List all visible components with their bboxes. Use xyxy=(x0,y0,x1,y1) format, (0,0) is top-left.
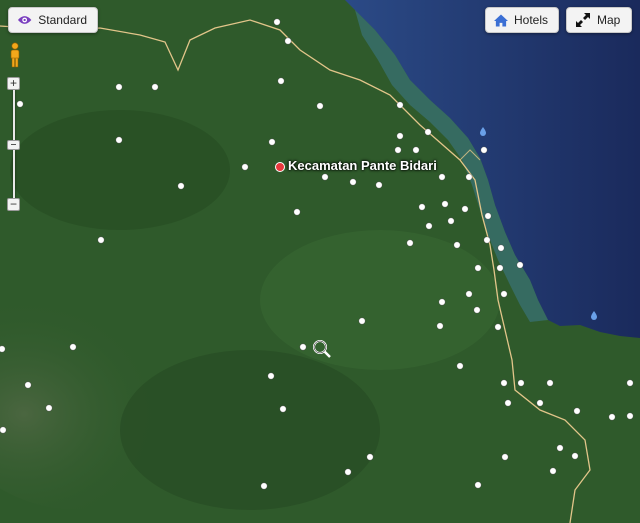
poi-marker[interactable] xyxy=(16,100,24,108)
zoom-slider-handle[interactable] xyxy=(7,140,20,150)
house-icon xyxy=(494,13,508,27)
mountain-shade xyxy=(120,350,380,510)
poi-marker[interactable] xyxy=(571,452,579,460)
poi-marker[interactable] xyxy=(456,362,464,370)
standard-view-label: Standard xyxy=(38,13,87,27)
poi-marker[interactable] xyxy=(626,412,634,420)
poi-marker[interactable] xyxy=(241,163,249,171)
poi-marker[interactable] xyxy=(504,399,512,407)
poi-marker[interactable] xyxy=(316,102,324,110)
poi-marker[interactable] xyxy=(396,101,404,109)
poi-marker[interactable] xyxy=(436,322,444,330)
poi-marker[interactable] xyxy=(438,173,446,181)
poi-marker[interactable] xyxy=(501,453,509,461)
place-marker[interactable] xyxy=(275,162,285,172)
poi-marker[interactable] xyxy=(424,128,432,136)
poi-marker[interactable] xyxy=(483,236,491,244)
poi-marker[interactable] xyxy=(494,323,502,331)
poi-marker[interactable] xyxy=(474,481,482,489)
poi-marker[interactable] xyxy=(0,426,7,434)
poi-marker[interactable] xyxy=(500,379,508,387)
hotels-button[interactable]: Hotels xyxy=(485,7,559,33)
poi-marker[interactable] xyxy=(279,405,287,413)
poi-marker[interactable] xyxy=(0,345,6,353)
map-button[interactable]: Map xyxy=(566,7,632,33)
poi-marker[interactable] xyxy=(69,343,77,351)
poi-marker[interactable] xyxy=(425,222,433,230)
poi-marker[interactable] xyxy=(273,18,281,26)
poi-marker[interactable] xyxy=(418,203,426,211)
hotels-label: Hotels xyxy=(513,13,548,27)
poi-marker[interactable] xyxy=(277,77,285,85)
zoom-in-button[interactable]: + xyxy=(7,77,20,90)
valley-shade xyxy=(260,230,500,370)
poi-marker[interactable] xyxy=(497,244,505,252)
poi-marker[interactable] xyxy=(45,404,53,412)
poi-marker[interactable] xyxy=(474,264,482,272)
poi-marker[interactable] xyxy=(517,379,525,387)
poi-marker[interactable] xyxy=(461,205,469,213)
poi-marker[interactable] xyxy=(284,37,292,45)
poi-marker[interactable] xyxy=(24,381,32,389)
poi-marker[interactable] xyxy=(465,290,473,298)
poi-marker[interactable] xyxy=(344,468,352,476)
poi-marker[interactable] xyxy=(268,138,276,146)
poi-marker[interactable] xyxy=(115,136,123,144)
street-view-person-icon[interactable] xyxy=(8,42,22,68)
poi-marker[interactable] xyxy=(299,343,307,351)
poi-marker[interactable] xyxy=(496,264,504,272)
poi-marker[interactable] xyxy=(453,241,461,249)
poi-marker[interactable] xyxy=(267,372,275,380)
poi-marker[interactable] xyxy=(321,173,329,181)
poi-marker[interactable] xyxy=(412,146,420,154)
map-label: Map xyxy=(597,13,621,27)
poi-marker[interactable] xyxy=(608,413,616,421)
satellite-map[interactable] xyxy=(0,0,640,523)
poi-marker[interactable] xyxy=(396,132,404,140)
poi-marker[interactable] xyxy=(438,298,446,306)
poi-marker[interactable] xyxy=(516,261,524,269)
expand-arrows-icon xyxy=(576,13,590,27)
poi-marker[interactable] xyxy=(500,290,508,298)
standard-view-button[interactable]: Standard xyxy=(8,7,98,33)
poi-marker[interactable] xyxy=(549,467,557,475)
poi-marker[interactable] xyxy=(546,379,554,387)
poi-marker[interactable] xyxy=(484,212,492,220)
poi-marker[interactable] xyxy=(473,306,481,314)
poi-marker[interactable] xyxy=(177,182,185,190)
poi-marker[interactable] xyxy=(394,146,402,154)
poi-marker[interactable] xyxy=(366,453,374,461)
mountain-shade xyxy=(10,110,230,230)
poi-marker[interactable] xyxy=(293,208,301,216)
poi-marker[interactable] xyxy=(260,482,268,490)
poi-marker[interactable] xyxy=(573,407,581,415)
place-label[interactable]: Kecamatan Pante Bidari xyxy=(288,158,437,173)
poi-marker[interactable] xyxy=(447,217,455,225)
eye-icon xyxy=(17,16,32,24)
poi-marker[interactable] xyxy=(151,83,159,91)
poi-marker[interactable] xyxy=(349,178,357,186)
poi-marker[interactable] xyxy=(465,173,473,181)
poi-marker[interactable] xyxy=(556,444,564,452)
poi-marker[interactable] xyxy=(358,317,366,325)
poi-marker[interactable] xyxy=(441,200,449,208)
poi-marker[interactable] xyxy=(626,379,634,387)
poi-marker[interactable] xyxy=(97,236,105,244)
poi-marker[interactable] xyxy=(480,146,488,154)
zoom-out-button[interactable]: − xyxy=(7,198,20,211)
poi-marker[interactable] xyxy=(406,239,414,247)
poi-marker[interactable] xyxy=(536,399,544,407)
poi-marker[interactable] xyxy=(115,83,123,91)
poi-marker[interactable] xyxy=(375,181,383,189)
